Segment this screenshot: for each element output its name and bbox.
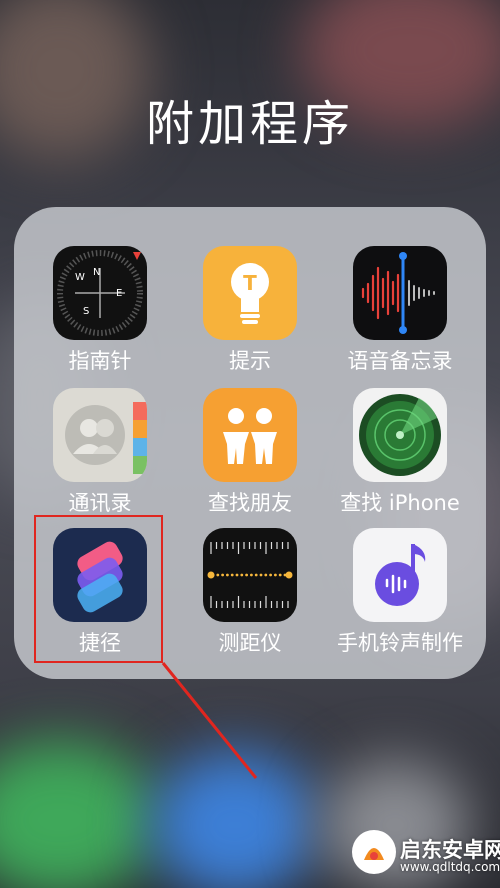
watermark: 启东安卓网 www.qdltdq.com (352, 822, 500, 882)
annotation-arrow (161, 662, 258, 779)
watermark-url: www.qdltdq.com (400, 860, 500, 874)
watermark-logo-icon (352, 830, 396, 874)
